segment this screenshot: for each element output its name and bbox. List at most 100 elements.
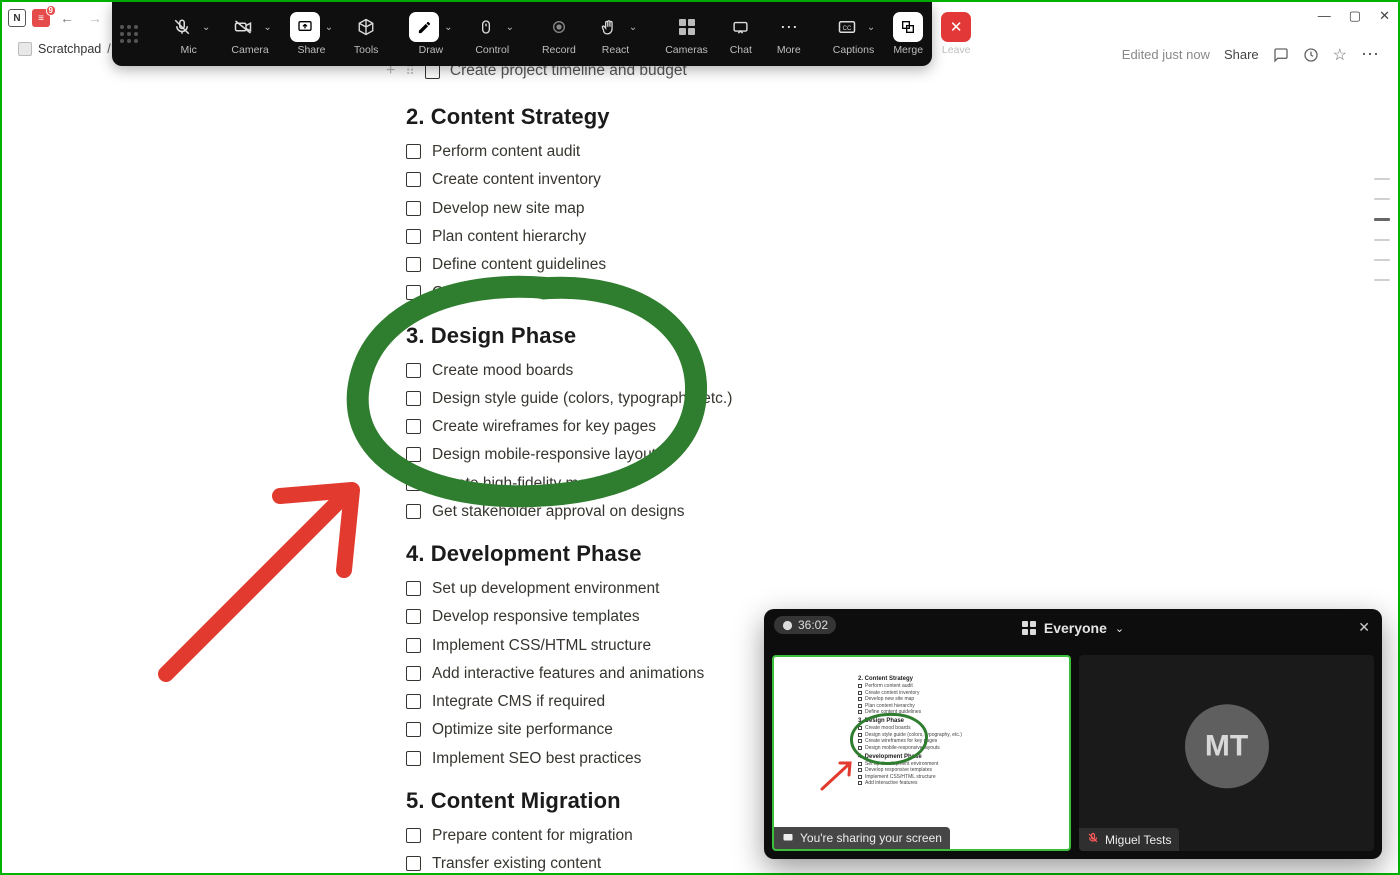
gallery-icon[interactable] bbox=[672, 12, 702, 42]
toolbar-react[interactable]: ⌄ React bbox=[587, 2, 644, 66]
chat-icon[interactable] bbox=[726, 12, 756, 42]
task-row[interactable]: Develop new site map bbox=[406, 197, 1398, 220]
task-text[interactable]: Get stakeholder approval on designs bbox=[432, 500, 684, 523]
window-close[interactable]: ✕ bbox=[1379, 8, 1390, 24]
toolbar-mic[interactable]: ⌄ Mic bbox=[160, 2, 217, 66]
task-text[interactable]: Create mood boards bbox=[432, 359, 573, 382]
task-row[interactable]: Perform content audit bbox=[406, 140, 1398, 163]
toolbar-camera[interactable]: ⌄ Camera bbox=[221, 2, 278, 66]
chevron-down-icon[interactable]: ⌄ bbox=[441, 22, 452, 33]
checkbox[interactable] bbox=[406, 828, 421, 843]
task-text[interactable]: Implement SEO best practices bbox=[432, 747, 641, 770]
view-selector[interactable]: Everyone ⌄ bbox=[1022, 620, 1124, 636]
task-text[interactable]: Create wireframes for key pages bbox=[432, 415, 656, 438]
comments-icon[interactable] bbox=[1273, 47, 1289, 63]
task-text[interactable]: Perform content audit bbox=[432, 140, 580, 163]
share-button[interactable]: Share bbox=[1224, 47, 1259, 62]
task-row[interactable]: Design mobile-responsive layouts bbox=[406, 443, 1398, 466]
task-text[interactable]: Create editorial calendar bbox=[432, 281, 601, 304]
checkbox[interactable] bbox=[406, 257, 421, 272]
chevron-down-icon[interactable]: ⌄ bbox=[864, 22, 875, 33]
toolbar-drag-handle[interactable] bbox=[120, 25, 138, 43]
checkbox[interactable] bbox=[406, 638, 421, 653]
pencil-icon[interactable] bbox=[409, 12, 439, 42]
toolbar-chat[interactable]: Chat bbox=[719, 2, 763, 66]
section-heading[interactable]: 3. Design Phase bbox=[406, 323, 1398, 349]
more-icon[interactable]: ⋯ bbox=[774, 12, 804, 42]
task-row[interactable]: Create mood boards bbox=[406, 359, 1398, 382]
section-heading[interactable]: 2. Content Strategy bbox=[406, 104, 1398, 130]
checkbox[interactable] bbox=[406, 476, 421, 491]
checkbox[interactable] bbox=[406, 722, 421, 737]
chevron-down-icon[interactable]: ⌄ bbox=[199, 22, 210, 33]
task-text[interactable]: Create high-fidelity mockups bbox=[432, 472, 628, 495]
merge-icon[interactable] bbox=[893, 12, 923, 42]
toolbar-draw[interactable]: ⌄ Draw bbox=[402, 2, 459, 66]
checkbox[interactable] bbox=[406, 856, 421, 871]
task-text[interactable]: Define content guidelines bbox=[432, 253, 606, 276]
toolbar-share[interactable]: ⌄ Share bbox=[283, 2, 340, 66]
task-text[interactable]: Implement CSS/HTML structure bbox=[432, 634, 651, 657]
toolbar-record[interactable]: Record bbox=[535, 2, 583, 66]
meeting-timer[interactable]: 36:02 bbox=[774, 616, 836, 634]
checkbox[interactable] bbox=[406, 581, 421, 596]
task-row[interactable]: Create wireframes for key pages bbox=[406, 415, 1398, 438]
checkbox[interactable] bbox=[406, 285, 421, 300]
nav-back[interactable]: ← bbox=[56, 8, 78, 28]
favorite-icon[interactable]: ☆ bbox=[1333, 45, 1347, 65]
tab-badge[interactable]: ≡9 bbox=[32, 9, 50, 27]
checkbox[interactable] bbox=[406, 447, 421, 462]
checkbox[interactable] bbox=[406, 144, 421, 159]
toolbar-tools[interactable]: Tools bbox=[344, 2, 388, 66]
checkbox[interactable] bbox=[406, 201, 421, 216]
task-text[interactable]: Design mobile-responsive layouts bbox=[432, 443, 664, 466]
participant-tile[interactable]: MT Miguel Tests bbox=[1079, 655, 1374, 851]
checkbox[interactable] bbox=[406, 229, 421, 244]
cube-icon[interactable] bbox=[351, 12, 381, 42]
task-text[interactable]: Add interactive features and animations bbox=[432, 662, 704, 685]
task-row[interactable]: Get stakeholder approval on designs bbox=[406, 500, 1398, 523]
app-icon[interactable]: N bbox=[8, 9, 26, 27]
toolbar-merge[interactable]: Merge bbox=[886, 2, 930, 66]
chevron-down-icon[interactable]: ⌄ bbox=[260, 22, 271, 33]
toolbar-cameras[interactable]: Cameras bbox=[658, 2, 715, 66]
screenshare-tile[interactable]: 2. Content Strategy Perform content audi… bbox=[772, 655, 1071, 851]
task-text[interactable]: Prepare content for migration bbox=[432, 824, 633, 847]
task-row[interactable]: Set up development environment bbox=[406, 577, 1398, 600]
share-screen-icon[interactable] bbox=[290, 12, 320, 42]
toolbar-captions[interactable]: CC⌄ Captions bbox=[825, 2, 882, 66]
checkbox[interactable] bbox=[406, 666, 421, 681]
mouse-icon[interactable] bbox=[471, 12, 501, 42]
checkbox[interactable] bbox=[406, 751, 421, 766]
nav-forward[interactable]: → bbox=[84, 8, 106, 28]
task-text[interactable]: Optimize site performance bbox=[432, 718, 613, 741]
task-text[interactable]: Design style guide (colors, typography, … bbox=[432, 387, 732, 410]
checkbox[interactable] bbox=[406, 391, 421, 406]
checkbox[interactable] bbox=[406, 609, 421, 624]
task-row[interactable]: Create content inventory bbox=[406, 168, 1398, 191]
updates-icon[interactable] bbox=[1303, 47, 1319, 63]
checkbox[interactable] bbox=[406, 363, 421, 378]
window-maximize[interactable]: ▢ bbox=[1349, 8, 1361, 24]
toolbar-more[interactable]: ⋯ More bbox=[767, 2, 811, 66]
more-menu-icon[interactable]: ⋯ bbox=[1361, 44, 1380, 65]
task-text[interactable]: Develop new site map bbox=[432, 197, 585, 220]
task-text[interactable]: Transfer existing content bbox=[432, 852, 601, 873]
task-text[interactable]: Develop responsive templates bbox=[432, 605, 640, 628]
task-row[interactable]: Create editorial calendar bbox=[406, 281, 1398, 304]
task-row[interactable]: Design style guide (colors, typography, … bbox=[406, 387, 1398, 410]
task-text[interactable]: Integrate CMS if required bbox=[432, 690, 605, 713]
record-icon[interactable] bbox=[544, 12, 574, 42]
task-row[interactable]: Plan content hierarchy bbox=[406, 225, 1398, 248]
task-text[interactable]: Create content inventory bbox=[432, 168, 601, 191]
video-panel[interactable]: 36:02 Everyone ⌄ ✕ 2. Content Strategy P… bbox=[764, 609, 1382, 859]
section-heading[interactable]: 4. Development Phase bbox=[406, 541, 1398, 567]
checkbox[interactable] bbox=[406, 172, 421, 187]
hand-icon[interactable] bbox=[594, 12, 624, 42]
task-text[interactable]: Set up development environment bbox=[432, 577, 659, 600]
task-text[interactable]: Plan content hierarchy bbox=[432, 225, 586, 248]
checkbox[interactable] bbox=[406, 504, 421, 519]
window-minimize[interactable]: — bbox=[1318, 8, 1331, 24]
close-icon[interactable]: ✕ bbox=[941, 12, 971, 42]
toolbar-control[interactable]: ⌄ Control bbox=[464, 2, 521, 66]
